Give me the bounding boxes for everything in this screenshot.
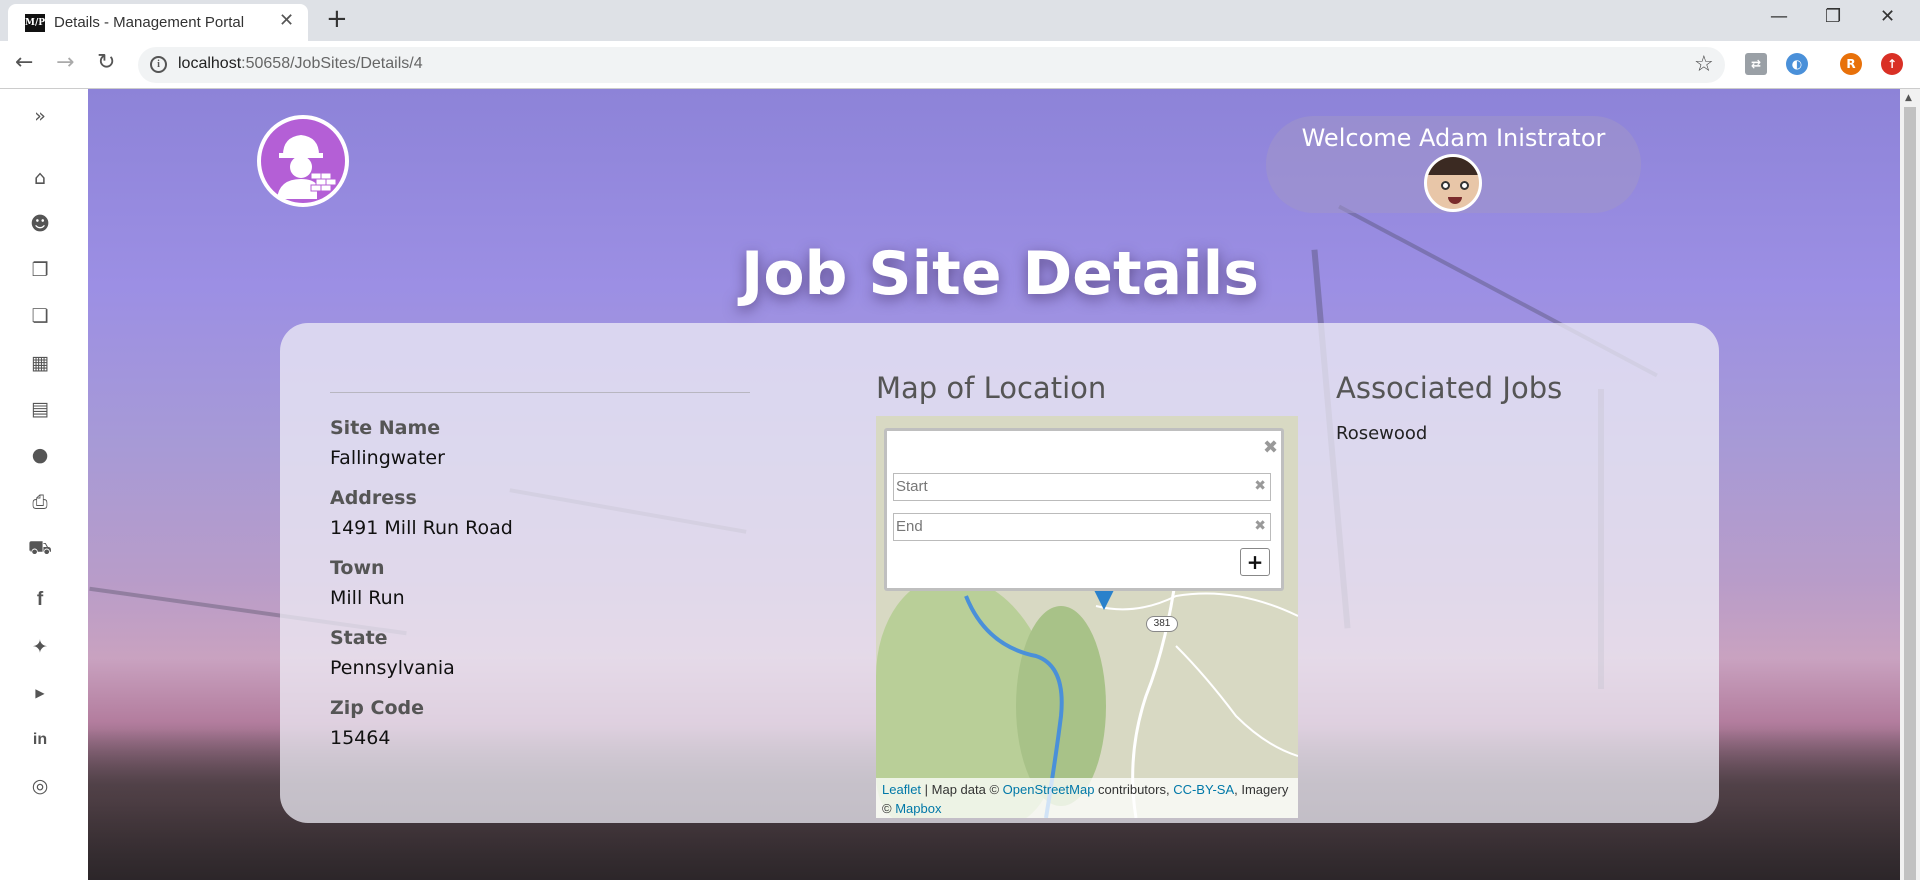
newspaper-icon[interactable]: ▤ <box>28 398 52 420</box>
copy-icon[interactable]: ❏ <box>28 305 52 327</box>
user-avatar[interactable] <box>1424 154 1482 212</box>
window-close-icon[interactable]: ✕ <box>1880 6 1895 27</box>
mapbox-link[interactable]: Mapbox <box>895 801 941 816</box>
map-title: Map of Location <box>876 371 1107 405</box>
calendar-icon[interactable]: ▦ <box>28 352 52 374</box>
cart-icon[interactable]: ⛟ <box>28 537 52 559</box>
zip-value: 15464 <box>330 727 391 749</box>
divider <box>330 392 750 393</box>
profile-avatar[interactable]: R <box>1840 53 1862 75</box>
worker-icon <box>277 135 337 199</box>
associated-jobs-title: Associated Jobs <box>1336 371 1563 405</box>
tab-close-icon[interactable]: ✕ <box>279 10 294 31</box>
extension-blue-icon[interactable]: ◐ <box>1786 53 1808 75</box>
site-name-value: Fallingwater <box>330 447 445 469</box>
state-label: State <box>330 627 388 649</box>
details-card: Site Name Fallingwater Address 1491 Mill… <box>280 323 1719 823</box>
route-shield: 381 <box>1146 616 1178 632</box>
facebook-icon[interactable]: f <box>28 589 52 611</box>
scroll-up-icon[interactable]: ▲ <box>1905 93 1912 103</box>
site-info-icon[interactable]: i <box>150 56 167 73</box>
welcome-panel: Welcome Adam Inistrator <box>1266 116 1641 213</box>
reload-icon[interactable]: ↻ <box>97 51 115 75</box>
associated-job-item[interactable]: Rosewood <box>1336 423 1427 444</box>
page-scrollbar[interactable]: ▲ <box>1900 89 1920 880</box>
home-icon[interactable]: ⌂ <box>28 167 52 189</box>
route-end-input[interactable]: End ✖ <box>893 513 1271 541</box>
routing-panel: ✖ Start ✖ End ✖ + <box>884 428 1284 591</box>
favicon-icon: M/P <box>25 14 45 32</box>
app-sidebar: » ⌂ ☻ ❐ ❏ ▦ ▤ ● ⎙ ⛟ f ✦ ▶ in ◎ <box>0 89 88 880</box>
clear-start-icon[interactable]: ✖ <box>1254 477 1266 494</box>
scroll-thumb[interactable] <box>1904 107 1916 880</box>
location-map[interactable]: 381 ✖ Start ✖ End ✖ + Leaflet | Map data… <box>876 416 1298 818</box>
documents-icon[interactable]: ❐ <box>28 259 52 281</box>
twitter-icon[interactable]: ✦ <box>28 636 52 658</box>
back-icon[interactable]: ← <box>15 51 33 75</box>
welcome-text: Welcome Adam Inistrator <box>1301 124 1606 152</box>
page-title: Job Site Details <box>741 239 1259 309</box>
bookmark-star-icon[interactable]: ☆ <box>1694 52 1714 77</box>
address-label: Address <box>330 487 417 509</box>
forward-icon[interactable]: → <box>56 51 74 75</box>
browser-tab-bar: M/P Details - Management Portal ✕ + — ❐ … <box>0 0 1920 41</box>
town-label: Town <box>330 557 385 579</box>
extension-translate-icon[interactable]: ⇄ <box>1745 53 1767 75</box>
address-value: 1491 Mill Run Road <box>330 517 513 539</box>
print-icon[interactable]: ⎙ <box>28 491 52 513</box>
route-start-input[interactable]: Start ✖ <box>893 473 1271 501</box>
expand-icon[interactable]: » <box>28 105 52 127</box>
zip-label: Zip Code <box>330 697 424 719</box>
linkedin-icon[interactable]: in <box>28 729 52 751</box>
clear-end-icon[interactable]: ✖ <box>1254 517 1266 534</box>
browser-tab[interactable]: M/P Details - Management Portal ✕ <box>8 4 308 41</box>
update-icon[interactable]: ↑ <box>1881 53 1903 75</box>
leaflet-link[interactable]: Leaflet <box>882 782 921 797</box>
new-tab-icon[interactable]: + <box>326 6 348 32</box>
tab-title: Details - Management Portal <box>54 14 245 31</box>
url-text[interactable]: localhost:50658/JobSites/Details/4 <box>178 55 423 73</box>
add-waypoint-button[interactable]: + <box>1240 548 1270 576</box>
routing-close-icon[interactable]: ✖ <box>1263 437 1278 458</box>
license-link[interactable]: CC-BY-SA <box>1173 782 1234 797</box>
openstreetmap-link[interactable]: OpenStreetMap <box>1003 782 1095 797</box>
chat-icon[interactable]: ● <box>28 444 52 466</box>
address-bar[interactable]: i localhost:50658/JobSites/Details/4 ☆ <box>138 47 1725 83</box>
users-icon[interactable]: ☻ <box>28 213 52 235</box>
restore-icon[interactable]: ❐ <box>1825 6 1841 27</box>
instagram-icon[interactable]: ◎ <box>28 775 52 797</box>
town-value: Mill Run <box>330 587 405 609</box>
minimize-icon[interactable]: — <box>1770 6 1788 27</box>
browser-toolbar: ← → ↻ i localhost:50658/JobSites/Details… <box>0 41 1920 89</box>
state-value: Pennsylvania <box>330 657 455 679</box>
company-logo[interactable] <box>257 115 349 207</box>
map-attribution: Leaflet | Map data © OpenStreetMap contr… <box>876 778 1298 818</box>
youtube-icon[interactable]: ▶ <box>28 682 52 704</box>
main-content: Welcome Adam Inistrator Job Site Details… <box>88 89 1900 880</box>
site-name-label: Site Name <box>330 417 441 439</box>
